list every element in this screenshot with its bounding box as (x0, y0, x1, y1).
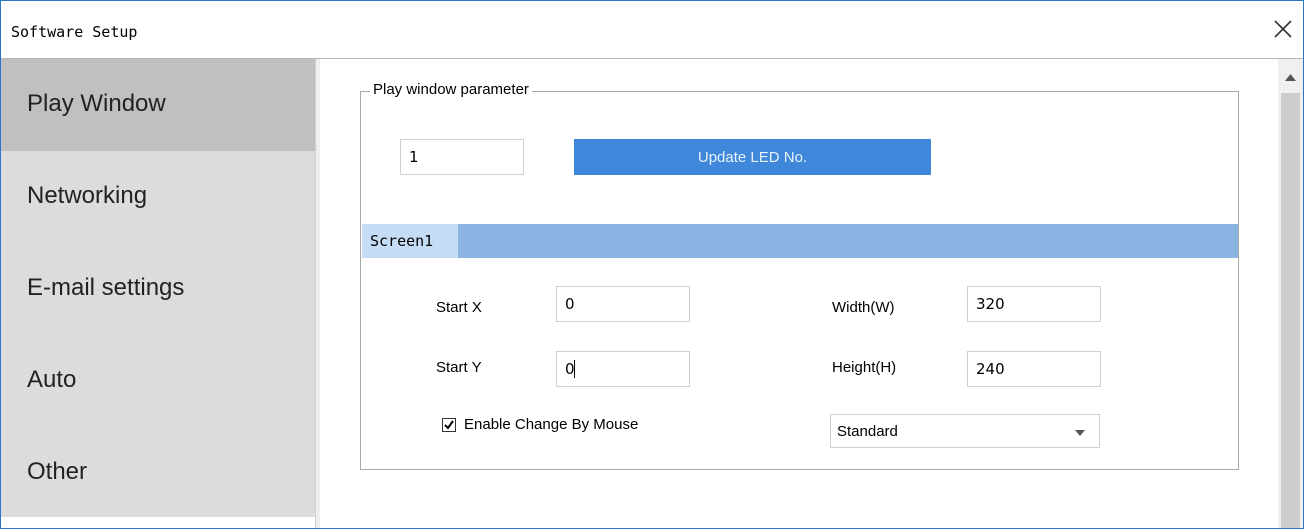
height-label: Height(H) (832, 359, 897, 376)
close-button[interactable] (1269, 15, 1297, 43)
sidebar-item-auto[interactable]: Auto (1, 335, 315, 427)
vertical-scrollbar[interactable] (1278, 59, 1303, 528)
display-mode-value: Standard (837, 423, 898, 440)
led-number-input[interactable] (400, 139, 524, 175)
scroll-up-button[interactable] (1278, 59, 1303, 93)
sidebar-footer (1, 517, 315, 528)
sidebar-item-email-settings[interactable]: E-mail settings (1, 243, 315, 335)
start-y-label: Start Y (436, 359, 482, 376)
settings-sidebar: Play Window Networking E-mail settings A… (1, 59, 315, 528)
sidebar-item-label: Networking (27, 182, 148, 209)
chevron-down-icon (1075, 430, 1085, 436)
height-input[interactable] (967, 351, 1101, 387)
sidebar-item-label: Play Window (27, 90, 166, 117)
start-x-input[interactable] (556, 286, 690, 322)
scroll-thumb[interactable] (1281, 93, 1300, 528)
play-window-panel: Play window parameter Update LED No. Scr… (320, 59, 1278, 528)
checkmark-icon (444, 420, 454, 430)
screen-tab-strip: Screen1 (362, 224, 1238, 258)
sidebar-item-label: E-mail settings (27, 274, 185, 301)
enable-change-by-mouse-checkbox[interactable] (442, 418, 456, 432)
width-label: Width(W) (832, 299, 895, 316)
start-x-label: Start X (436, 299, 482, 316)
tab-screen1[interactable]: Screen1 (362, 224, 458, 258)
window-title: Software Setup (11, 23, 138, 41)
sidebar-item-play-window[interactable]: Play Window (1, 59, 315, 151)
arrow-up-icon (1285, 74, 1296, 81)
update-led-no-button[interactable]: Update LED No. (574, 139, 931, 175)
sidebar-item-label: Other (27, 458, 88, 485)
enable-change-by-mouse-label[interactable]: Enable Change By Mouse (464, 416, 638, 433)
software-setup-window: Software Setup Play Window Networking E-… (0, 0, 1304, 529)
display-mode-select[interactable]: Standard (830, 414, 1100, 448)
width-input[interactable] (967, 286, 1101, 322)
sidebar-item-label: Auto (27, 366, 77, 393)
sidebar-item-networking[interactable]: Networking (1, 151, 315, 243)
start-y-input[interactable] (556, 351, 690, 387)
text-caret (574, 360, 575, 378)
sidebar-item-other[interactable]: Other (1, 427, 315, 519)
close-icon[interactable] (1269, 15, 1297, 43)
group-title: Play window parameter (370, 81, 532, 98)
title-bar: Software Setup (1, 1, 1303, 59)
